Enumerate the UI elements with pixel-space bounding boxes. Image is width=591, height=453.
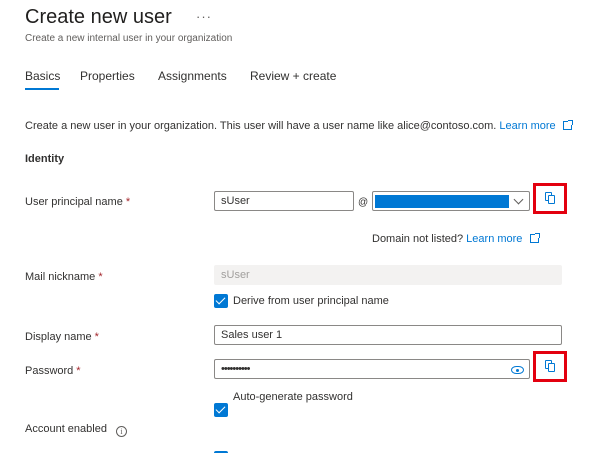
- password-label: Password *: [25, 365, 81, 377]
- account-enabled-label: Account enabled: [25, 423, 107, 435]
- display-name-label-text: Display name: [25, 331, 92, 343]
- info-icon[interactable]: i: [116, 426, 127, 437]
- display-name-input[interactable]: [214, 325, 562, 345]
- domain-dropdown[interactable]: [372, 191, 530, 211]
- upn-username-input[interactable]: [214, 191, 354, 211]
- intro-text-row: Create a new user in your organization. …: [25, 120, 573, 132]
- tab-basics[interactable]: Basics: [25, 69, 60, 83]
- derive-from-upn-checkbox[interactable]: [214, 294, 228, 308]
- domain-selected-value: [375, 195, 509, 208]
- domain-learn-more-link[interactable]: Learn more: [466, 233, 522, 245]
- at-symbol: @: [358, 197, 369, 208]
- copy-icon: [545, 192, 555, 204]
- password-label-text: Password: [25, 365, 74, 377]
- required-marker: *: [94, 331, 99, 343]
- mail-nickname-input: [214, 265, 562, 285]
- required-marker: *: [76, 365, 81, 377]
- mail-nickname-label-text: Mail nickname: [25, 271, 96, 283]
- auto-generate-password-label: Auto-generate password: [233, 391, 353, 403]
- page-title: Create new user: [25, 6, 172, 28]
- required-marker: *: [98, 271, 103, 283]
- required-marker: *: [125, 196, 131, 208]
- auto-generate-password-checkbox[interactable]: [214, 403, 228, 417]
- copy-password-button[interactable]: [533, 351, 567, 382]
- domain-help-text: Domain not listed?: [372, 233, 464, 245]
- copy-icon: [545, 360, 555, 372]
- page-subtitle: Create a new internal user in your organ…: [25, 33, 233, 44]
- domain-help-row: Domain not listed? Learn more: [372, 233, 540, 245]
- intro-text: Create a new user in your organization. …: [25, 120, 497, 132]
- tab-assignments[interactable]: Assignments: [158, 69, 227, 83]
- copy-upn-button[interactable]: [533, 183, 567, 214]
- tab-selected-indicator: [25, 88, 59, 90]
- upn-label: User principal name *: [25, 196, 130, 208]
- password-input[interactable]: [214, 359, 530, 379]
- upn-label-text: User principal name: [25, 196, 123, 208]
- external-link-icon: [562, 120, 573, 130]
- more-options-button[interactable]: ···: [196, 9, 212, 24]
- identity-heading: Identity: [25, 153, 65, 165]
- display-name-label: Display name *: [25, 331, 99, 343]
- tab-properties[interactable]: Properties: [80, 69, 135, 83]
- derive-from-upn-label: Derive from user principal name: [233, 295, 389, 307]
- external-link-icon: [529, 233, 540, 243]
- tab-review-create[interactable]: Review + create: [250, 69, 336, 83]
- show-password-eye-icon[interactable]: [511, 366, 524, 374]
- chevron-down-icon: [513, 194, 524, 205]
- mail-nickname-label: Mail nickname *: [25, 271, 103, 283]
- learn-more-link[interactable]: Learn more: [499, 120, 555, 132]
